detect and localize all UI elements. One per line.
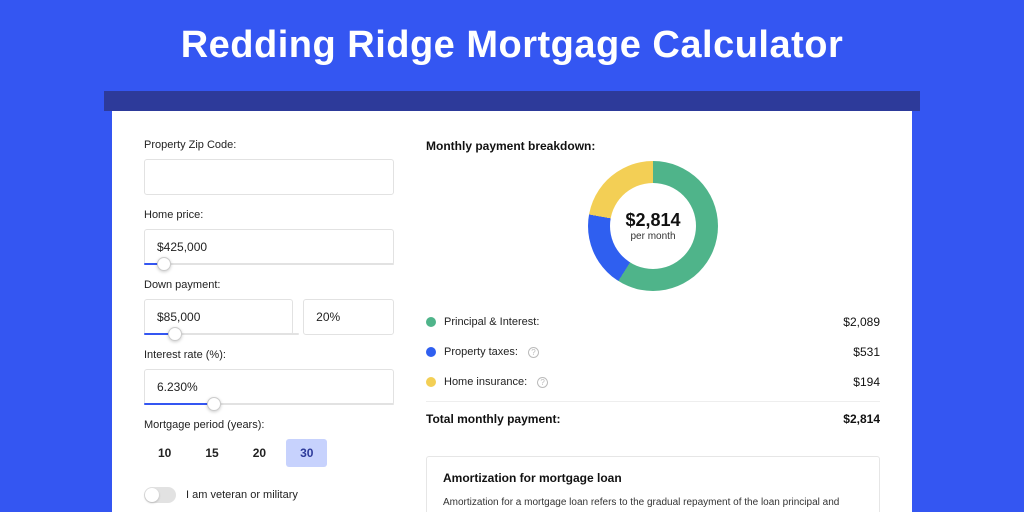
zip-input[interactable] <box>144 159 394 195</box>
breakdown-title: Monthly payment breakdown: <box>426 139 880 153</box>
period-option-15[interactable]: 15 <box>191 439 232 467</box>
form-column: Property Zip Code: Home price: Down paym… <box>144 139 394 491</box>
donut-chart-wrap: $2,814 per month <box>426 161 880 291</box>
help-icon[interactable]: ? <box>537 377 548 388</box>
legend-row: Principal & Interest: $2,089 <box>426 307 880 337</box>
slider-thumb[interactable] <box>207 397 221 411</box>
help-icon[interactable]: ? <box>528 347 539 358</box>
zip-label: Property Zip Code: <box>144 139 394 151</box>
legend-row: Property taxes:? $531 <box>426 337 880 367</box>
interest-group: Interest rate (%): <box>144 349 394 405</box>
period-option-30[interactable]: 30 <box>286 439 327 467</box>
calculator-card: Property Zip Code: Home price: Down paym… <box>112 111 912 512</box>
legend-label: Principal & Interest: <box>444 316 539 328</box>
legend-value: $194 <box>853 375 880 389</box>
home-price-label: Home price: <box>144 209 394 221</box>
donut-sublabel: per month <box>630 231 675 242</box>
legend-row: Home insurance:? $194 <box>426 367 880 397</box>
legend-dot <box>426 317 436 327</box>
legend-list: Principal & Interest: $2,089 Property taxe… <box>426 307 880 397</box>
period-group: Mortgage period (years): 10152030 <box>144 419 394 467</box>
legend-dot <box>426 347 436 357</box>
period-option-10[interactable]: 10 <box>144 439 185 467</box>
donut-center: $2,814 per month <box>610 183 696 269</box>
amortization-title: Amortization for mortgage loan <box>443 471 863 485</box>
accent-bar <box>104 91 920 111</box>
veteran-toggle[interactable] <box>144 487 176 503</box>
home-price-group: Home price: <box>144 209 394 265</box>
legend-label: Property taxes: <box>444 346 518 358</box>
breakdown-column: Monthly payment breakdown: $2,814 per mo… <box>426 139 880 491</box>
down-payment-slider[interactable] <box>144 333 299 335</box>
period-option-20[interactable]: 20 <box>239 439 280 467</box>
home-price-input[interactable] <box>144 229 394 265</box>
zip-field-group: Property Zip Code: <box>144 139 394 195</box>
page-title: Redding Ridge Mortgage Calculator <box>0 0 1024 91</box>
home-price-slider[interactable] <box>144 263 394 265</box>
donut-chart: $2,814 per month <box>588 161 718 291</box>
interest-input[interactable] <box>144 369 394 405</box>
toggle-knob <box>145 488 159 502</box>
veteran-label: I am veteran or military <box>186 489 298 501</box>
total-label: Total monthly payment: <box>426 412 560 426</box>
amortization-text: Amortization for a mortgage loan refers … <box>443 495 863 512</box>
down-payment-label: Down payment: <box>144 279 394 291</box>
legend-label: Home insurance: <box>444 376 527 388</box>
down-payment-pct-input[interactable] <box>303 299 394 335</box>
slider-thumb[interactable] <box>157 257 171 271</box>
veteran-toggle-row: I am veteran or military <box>144 487 394 503</box>
period-label: Mortgage period (years): <box>144 419 394 431</box>
legend-value: $2,089 <box>843 315 880 329</box>
down-payment-group: Down payment: <box>144 279 394 335</box>
total-row: Total monthly payment: $2,814 <box>426 401 880 436</box>
legend-dot <box>426 377 436 387</box>
amortization-panel: Amortization for mortgage loan Amortizat… <box>426 456 880 512</box>
total-value: $2,814 <box>843 412 880 426</box>
legend-value: $531 <box>853 345 880 359</box>
down-payment-input[interactable] <box>144 299 293 335</box>
slider-thumb[interactable] <box>168 327 182 341</box>
interest-slider[interactable] <box>144 403 394 405</box>
interest-label: Interest rate (%): <box>144 349 394 361</box>
donut-amount: $2,814 <box>625 210 680 231</box>
